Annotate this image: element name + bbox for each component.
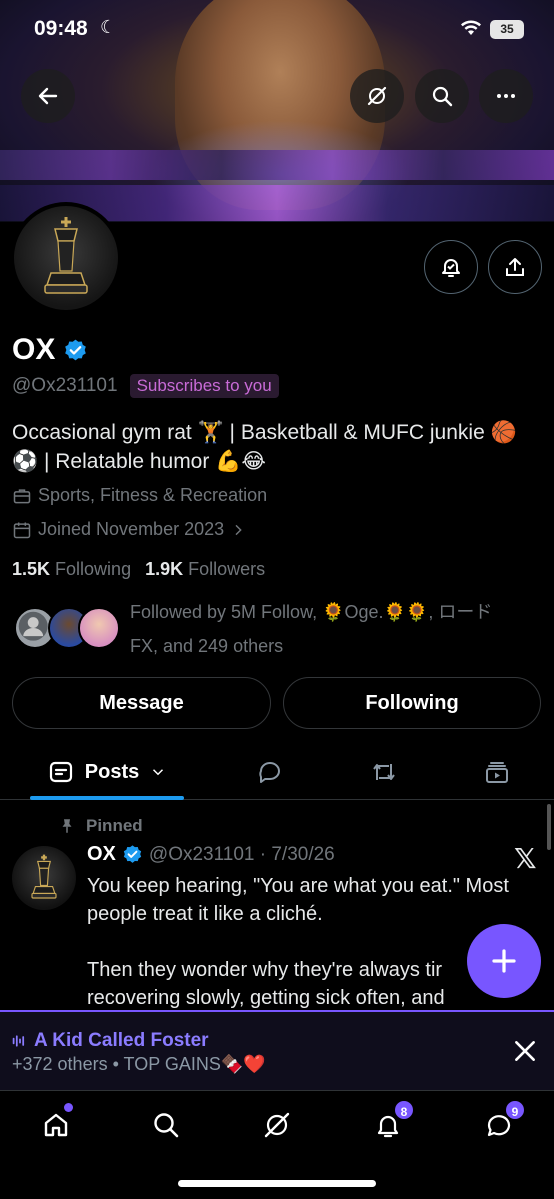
tab-replies[interactable] (240, 744, 300, 800)
space-title: A Kid Called Foster (34, 1030, 209, 1051)
space-title-row: A Kid Called Foster (12, 1030, 209, 1052)
followed-by-line-2: FX, and 249 others (130, 636, 284, 656)
followed-by-row[interactable]: Followed by 5M Follow, 🌻Oge.🌻🌻, ロード FX, … (12, 595, 542, 661)
briefcase-icon (13, 488, 31, 503)
repost-icon (373, 764, 395, 780)
notifications-badge: 8 (393, 1099, 415, 1121)
chess-king-icon (44, 217, 88, 294)
banner-stripe (0, 150, 554, 180)
bell-check-icon (442, 259, 460, 277)
home-icon (44, 1113, 68, 1137)
followers-count-link[interactable]: 1.9K Followers (145, 559, 265, 580)
bio-line-1: Occasional gym rat 🏋️ | Basketball & MUF… (12, 421, 517, 444)
followers-count: 1.9K (145, 559, 184, 579)
joined-row[interactable]: Joined November 2023 (12, 519, 246, 540)
compose-button[interactable] (467, 924, 541, 998)
moon-icon: ☾ (100, 17, 117, 37)
plus-icon (492, 949, 516, 973)
subscribes-badge: Subscribes to you (129, 374, 279, 398)
home-indicator (178, 1180, 376, 1187)
notify-button[interactable] (424, 240, 478, 294)
profile-category: Sports, Fitness & Recreation (38, 485, 268, 505)
category-row: Sports, Fitness & Recreation (12, 485, 267, 506)
profile-tabs: Posts (0, 744, 554, 800)
post-header: OX @Ox231101 · 7/30/26 (87, 843, 335, 866)
live-space-bar[interactable]: A Kid Called Foster +372 others • TOP GA… (0, 1010, 554, 1090)
followed-by-text: Followed by 5M Follow, 🌻Oge.🌻🌻, ロード FX, … (130, 595, 540, 663)
profile-name: OX (12, 333, 56, 366)
joined-date: Joined November 2023 (38, 519, 225, 539)
more-button[interactable] (479, 69, 533, 123)
post-handle-date: @Ox231101 · 7/30/26 (148, 843, 335, 865)
media-stack-icon (486, 762, 508, 783)
space-subtitle: +372 others • TOP GAINS🍫❤️ (12, 1054, 266, 1074)
status-time: 09:48 (34, 17, 88, 40)
scrollbar[interactable] (547, 804, 551, 850)
message-button[interactable]: Message (12, 677, 271, 729)
following-button[interactable]: Following (283, 677, 541, 729)
post-author-name[interactable]: OX (87, 843, 116, 866)
chess-king-icon (31, 854, 57, 899)
nav-grok[interactable] (257, 1105, 297, 1145)
handle-row: @Ox231101 Subscribes to you (12, 374, 279, 398)
chevron-right-icon (235, 524, 242, 535)
calendar-icon (13, 522, 31, 538)
share-button[interactable] (488, 240, 542, 294)
tab-reposts[interactable] (354, 744, 414, 800)
following-count: 1.5K (12, 559, 51, 579)
grok-slash-icon (367, 86, 387, 106)
x-logo-icon: 𝕏 (514, 843, 537, 874)
share-upload-icon (506, 258, 524, 276)
search-icon (154, 1113, 179, 1138)
messages-badge: 9 (504, 1099, 526, 1121)
search-icon (432, 86, 453, 107)
audio-bars-icon (12, 1035, 25, 1047)
profile-avatar[interactable] (10, 202, 122, 314)
following-label: Following (55, 559, 132, 579)
verified-badge-icon (123, 845, 142, 863)
chevron-down-icon (153, 769, 164, 776)
nav-search[interactable] (146, 1105, 186, 1145)
bio-line-2: ⚽ | Relatable humor 💪😂 (12, 450, 266, 473)
followed-by-line-1: Followed by 5M Follow, 🌻Oge.🌻🌻, ロード (130, 602, 493, 622)
post-author-avatar[interactable] (12, 846, 76, 910)
profile-handle: @Ox231101 (12, 375, 118, 396)
pin-icon (62, 819, 72, 833)
close-icon[interactable] (512, 1038, 538, 1064)
search-button[interactable] (415, 69, 469, 123)
arrow-left-icon (38, 87, 58, 105)
grok-button[interactable] (350, 69, 404, 123)
mutual-avatar-3 (78, 607, 120, 649)
more-horizontal-icon (497, 94, 515, 98)
follow-counts: 1.5K Following 1.9K Followers (12, 559, 265, 580)
grok-slash-icon (264, 1112, 290, 1138)
tab-media[interactable] (467, 744, 527, 800)
profile-bio: Occasional gym rat 🏋️ | Basketball & MUF… (12, 418, 542, 476)
reply-bubble-icon (259, 762, 280, 783)
status-bar: 09:48 ☾ 35 (0, 0, 554, 60)
pinned-label-row: Pinned (58, 816, 143, 836)
verified-badge-icon[interactable] (63, 338, 88, 363)
profile-name-row: OX (12, 333, 88, 367)
chess-king-avatar (14, 206, 118, 310)
followers-label: Followers (188, 559, 266, 579)
pinned-label: Pinned (86, 816, 143, 835)
tab-posts[interactable]: Posts (30, 744, 184, 800)
following-count-link[interactable]: 1.5K Following (12, 559, 131, 580)
tab-posts-label: Posts (84, 760, 140, 783)
tab-active-indicator (30, 796, 184, 800)
home-notification-dot (64, 1103, 73, 1112)
posts-icon (49, 761, 72, 783)
wifi-icon (461, 20, 481, 35)
back-button[interactable] (21, 69, 75, 123)
battery-indicator: 35 (490, 20, 524, 39)
